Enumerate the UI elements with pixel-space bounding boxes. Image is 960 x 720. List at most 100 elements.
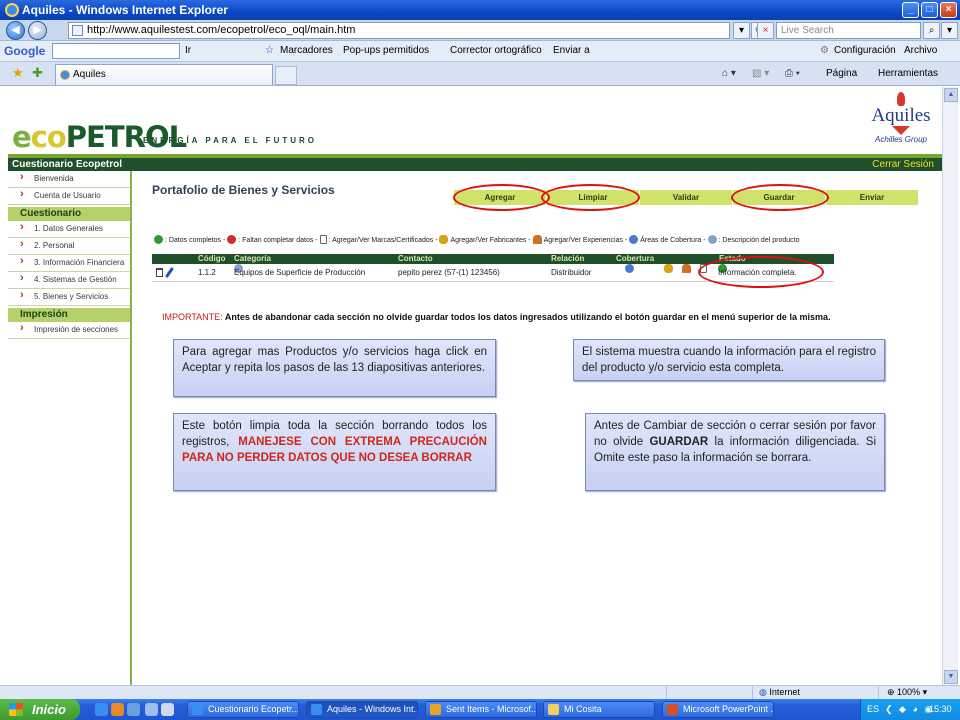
ie-quicklaunch-icon[interactable] [95,703,108,716]
send-button[interactable]: Enviar [826,190,919,205]
callout-status-complete: El sistema muestra cuando la información… [573,339,885,381]
task-powerpoint[interactable]: Microsoft PowerPoint ... [662,701,774,718]
task-aquiles[interactable]: Aquiles - Windows Int... [306,701,418,718]
outlook-quicklaunch-icon[interactable] [111,703,124,716]
logout-link[interactable]: Cerrar Sesión [872,158,934,171]
media-quicklaunch-icon[interactable] [145,703,158,716]
forward-button[interactable]: ▶ [28,21,47,40]
tools-menu[interactable]: Herramientas [878,62,938,85]
chevron-right-icon: › [20,289,24,301]
edit-icon[interactable] [165,267,174,278]
new-tab-button[interactable] [275,66,297,85]
highlight-ring-save [731,184,829,211]
tray-icons[interactable]: ❮ ◆ ◕ ◉ [885,699,934,720]
sidebar-item-account[interactable]: › Cuenta de Usuario [8,188,130,205]
desktop-quicklaunch-icon[interactable] [127,703,140,716]
row-relation: Distribuidor [551,268,592,277]
popups-button[interactable]: Pop-ups permitidos [343,41,429,61]
back-button[interactable]: ◀ [6,21,25,40]
sidebar-item-welcome[interactable]: › Bienvenida [8,171,130,188]
system-tray: ES ❮ ◆ ◕ ◉ 15:30 [860,699,960,720]
bookmarks-button[interactable]: Marcadores [280,41,333,61]
info-icon [707,235,717,244]
callout-save-reminder: Antes de Cambiar de sección o cerrar ses… [585,413,885,491]
favorites-star-icon[interactable]: ★ [12,65,24,81]
clock: 15:30 [929,704,952,714]
sidebar-section-print: Impresión [8,308,130,322]
trash-icon[interactable] [156,268,163,277]
window-title: Aquiles - Windows Internet Explorer [22,3,228,17]
sidebar-item-print-sections[interactable]: › Impresión de secciones [8,322,130,339]
send-to-button[interactable]: Enviar a [553,41,590,61]
zoom-icon: ⊕ [887,687,898,697]
header-relation: Relación [551,254,585,263]
callout-add-products: Para agregar mas Productos y/o servicios… [173,339,496,397]
app-quicklaunch-icon[interactable] [161,703,174,716]
row-contact: pepito perez (57-(1) 123456) [398,268,500,277]
stop-icon[interactable]: × [757,22,774,39]
task-sent-items[interactable]: Sent Items - Microsof... [425,701,537,718]
minimize-button[interactable]: _ [902,2,919,18]
feeds-icon[interactable]: ▧ ▾ [752,62,769,85]
header-coverage: Cobertura [616,254,655,263]
sidebar-item-goods-services[interactable]: › 5. Bienes y Servicios [8,289,130,306]
spellcheck-button[interactable]: Corrector ortográfico [450,41,542,61]
tab-aquiles[interactable]: Aquiles [55,64,273,85]
chevron-right-icon: › [20,171,24,183]
close-button[interactable]: × [940,2,957,18]
search-icon[interactable]: ⌕ [923,22,940,39]
start-button[interactable]: Inicio [0,699,80,720]
triangle-icon [892,126,910,135]
highlight-ring-status [698,256,824,288]
chevron-right-icon: › [20,322,24,334]
home-icon[interactable]: ⌂ ▾ [722,62,736,85]
sidebar-item-personnel[interactable]: › 2. Personal [8,238,130,255]
sidebar-section-questionnaire: Cuestionario [8,207,130,221]
google-logo: Google [4,44,46,58]
page-menu[interactable]: Página [826,62,857,85]
highlight-ring-clear [541,184,640,211]
web-page: ecoPETROL ENERGÍA PARA EL FUTURO Aquiles… [8,87,942,685]
callout-clear-warning: Este botón limpia toda la sección borran… [173,413,496,491]
language-indicator[interactable]: ES [867,699,879,720]
search-field[interactable]: Live Search [776,22,921,39]
google-search-field[interactable] [52,43,180,59]
zoom-control[interactable]: ⊕ 100% ▾ [878,686,958,699]
maximize-button[interactable]: □ [921,2,938,18]
aquiles-logo: Aquiles Achilles Group [866,92,936,154]
header-category: Categoría [234,254,271,263]
add-favorites-icon[interactable]: ✚ [32,65,43,81]
print-icon[interactable]: ⎙ ▾ [785,62,800,85]
validate-button[interactable]: Validar [640,190,733,205]
chevron-right-icon: › [20,238,24,250]
ecopetrol-tagline: ENERGÍA PARA EL FUTURO [143,136,318,145]
header-contact: Contacto [398,254,433,263]
address-text: http://www.aquilestest.com/ecopetrol/eco… [87,24,356,36]
sidebar-item-general-data[interactable]: › 1. Datos Generales [8,221,130,238]
task-mi-cosita[interactable]: Mi Cosita [543,701,655,718]
address-field[interactable]: http://www.aquilestest.com/ecopetrol/eco… [68,22,730,39]
scroll-up-arrow[interactable]: ▲ [944,88,958,102]
manufacturer-icon [439,235,449,244]
page-icon [72,25,83,36]
file-menu[interactable]: Archivo [904,41,937,61]
important-notice: IMPORTANTE: Antes de abandonar cada secc… [162,312,831,322]
address-bar-row: ◀ ▶ http://www.aquilestest.com/ecopetrol… [0,20,960,41]
sidebar-item-management[interactable]: › 4. Sistemas de Gestión [8,272,130,289]
address-dropdown-button[interactable]: ▾ [733,22,750,39]
settings-button[interactable]: Configuración [834,41,896,61]
sidebar-item-financial[interactable]: › 3. Información Financiera [8,255,130,272]
google-go-button[interactable]: Ir [185,41,191,61]
icon-legend: : Datos completos - : Faltan completar d… [154,235,799,244]
search-options-button[interactable]: ▾ [941,22,958,39]
window-title-bar: Aquiles - Windows Internet Explorer _ □ … [0,0,960,20]
tab-bar: ★ ✚ Aquiles ⌂ ▾ ▧ ▾ ⎙ ▾ Página Herramien… [0,62,960,86]
bookmarks-star-icon: ☆ [265,45,274,56]
task-cuestionario[interactable]: Cuestionario Ecopetr... [187,701,299,718]
document-icon [319,235,327,244]
scroll-down-arrow[interactable]: ▼ [944,670,958,684]
vertical-scrollbar[interactable]: ▲ ▼ [942,87,958,685]
zone-indicator: ◍ Internet [752,686,872,699]
cross-icon [227,235,237,244]
page-title: Portafolio de Bienes y Servicios [152,183,335,197]
